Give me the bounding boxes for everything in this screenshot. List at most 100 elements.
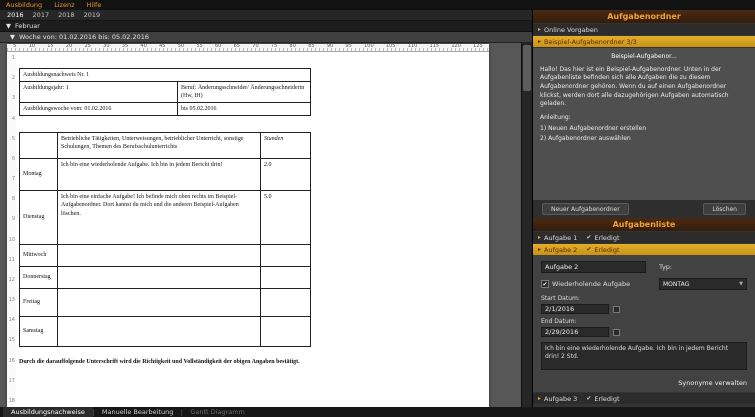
ruler-number: 7 — [7, 177, 16, 182]
year-tab[interactable]: 2019 — [84, 11, 101, 19]
vertical-ruler: 123456789101112131415161718 — [7, 53, 16, 407]
ruler-number: 60 — [215, 44, 221, 49]
expand-arrow-icon: ▸ — [538, 38, 541, 45]
folder-item-label: Online Vorgaben — [544, 26, 598, 34]
recurring-task-label: Wiederholende Aufgabe — [552, 280, 630, 288]
start-date-input[interactable] — [541, 304, 609, 314]
ruler-number: 85 — [308, 44, 314, 49]
bottom-tab-bar: Ausbildungsnachweise Manuelle Bearbeitun… — [0, 407, 755, 417]
ruler-number: 25 — [85, 44, 91, 49]
folder-info-text: Hallo! Das hier ist ein Beispiel-Aufgabe… — [540, 66, 748, 109]
scrollbar-thumb[interactable] — [523, 45, 531, 91]
training-year: Ausbildungsjahr: 1 — [20, 82, 178, 103]
task-status: Erledigt — [594, 246, 619, 254]
week-label: Woche von: 01.02.2016 bis: 05.02.2016 — [19, 33, 149, 41]
ruler-number: 9 — [7, 217, 16, 222]
horizontal-ruler: 5101520253035404550556065707580859095100… — [7, 44, 489, 52]
new-folder-button[interactable]: Neuer Aufgabenordner — [542, 203, 629, 215]
month-label: Februar — [15, 22, 40, 30]
menu-item[interactable]: Lizenz — [54, 0, 74, 10]
checkmark-icon: ✔ — [586, 234, 591, 241]
day-label: Montag — [20, 159, 58, 191]
task-name-input[interactable] — [541, 261, 646, 273]
task-item-1[interactable]: ▸ Aufgabe 1 ✔ Erledigt — [533, 232, 755, 243]
day-hours — [261, 317, 311, 347]
task-edit-form: Typ: ✔ Wiederholende Aufgabe MONTAG ▼ St… — [533, 255, 755, 392]
ruler-number: 20 — [66, 44, 72, 49]
end-date-checkbox[interactable] — [613, 329, 620, 336]
task-description-textarea[interactable]: Ich bin eine wiederholende Aufgabe. Ich … — [541, 342, 747, 370]
expand-arrow-icon: ▸ — [538, 395, 541, 402]
report-page: 5101520253035404550556065707580859095100… — [7, 44, 489, 407]
profession: Beruf: Änderungsschneider/ Änderungsschn… — [178, 82, 311, 103]
synonyms-link[interactable]: Synonyme verwalten — [541, 379, 747, 387]
ruler-number: 50 — [178, 44, 184, 49]
start-date-label: Start Datum: — [541, 295, 747, 302]
ruler-number: 90 — [327, 44, 333, 49]
ruler-number: 16 — [7, 359, 16, 364]
ruler-number: 6 — [7, 157, 16, 162]
instruction-step: 2) Aufgabenordner auswählen — [540, 135, 748, 144]
folder-item-beispiel-aufgabenordner[interactable]: ▸ Beispiel-Aufgabenordner 3/3 — [533, 36, 755, 47]
day-row: Freitag — [20, 289, 311, 317]
folder-item-label: Beispiel-Aufgabenordner 3/3 — [544, 38, 637, 46]
month-expander-row[interactable]: ▼ Februar — [0, 21, 532, 32]
week-table-header-row: Betriebliche Tätigkeiten, Unterweisungen… — [20, 133, 311, 159]
day-entry-text — [58, 317, 261, 347]
ruler-number: 80 — [290, 44, 296, 49]
document-scrollbar[interactable] — [521, 43, 532, 407]
week-table: Betriebliche Tätigkeiten, Unterweisungen… — [19, 132, 311, 347]
tab-manuelle-bearbeitung[interactable]: Manuelle Bearbeitung — [94, 407, 181, 417]
ruler-number: 120 — [451, 44, 461, 49]
ruler-number: 95 — [345, 44, 351, 49]
checkmark-icon: ✔ — [586, 246, 591, 253]
year-tab[interactable]: 2018 — [58, 11, 75, 19]
task-status: Erledigt — [594, 234, 619, 242]
delete-folder-button[interactable]: Löschen — [703, 203, 746, 215]
week-expander-row[interactable]: ▼ Woche von: 01.02.2016 bis: 05.02.2016 — [0, 32, 532, 43]
folder-info-title: Beispiel-Aufgabenor... — [540, 53, 748, 62]
right-panel: Aufgabenordner ▸ Online Vorgaben ▸ Beisp… — [532, 10, 755, 407]
day-row: Montag Ich bin eine wiederholende Aufgab… — [20, 159, 311, 191]
year-tab[interactable]: 2017 — [33, 11, 50, 19]
start-date-checkbox[interactable] — [613, 306, 620, 313]
chevron-down-icon: ▼ — [739, 281, 743, 287]
day-hours — [261, 245, 311, 267]
tab-ausbildungsnachweise[interactable]: Ausbildungsnachweise — [3, 407, 93, 417]
day-entry-text — [58, 267, 261, 289]
day-label: Mittwoch — [20, 245, 58, 267]
day-entry-text: Ich bin eine wiederholende Aufgabe. Ich … — [58, 159, 261, 191]
instruction-step: 1) Neuen Aufgabenordner erstellen — [540, 125, 748, 134]
expand-arrow-icon: ▸ — [538, 246, 541, 253]
task-item-2[interactable]: ▸ Aufgabe 2 ✔ Erledigt — [533, 244, 755, 255]
ruler-number: 110 — [408, 44, 418, 49]
day-label: Dienstag — [20, 191, 58, 245]
typ-dropdown[interactable]: MONTAG ▼ — [659, 278, 747, 290]
ruler-number: 70 — [252, 44, 258, 49]
task-status: Erledigt — [594, 395, 619, 403]
instructions-title: Anleitung: — [540, 114, 748, 123]
menu-item[interactable]: Hilfe — [87, 0, 102, 10]
expand-arrow-icon: ▸ — [538, 234, 541, 241]
day-hours — [261, 289, 311, 317]
menu-bar: Ausbildung Lizenz Hilfe — [0, 0, 755, 10]
day-entry-text — [58, 245, 261, 267]
activities-header: Betriebliche Tätigkeiten, Unterweisungen… — [58, 133, 261, 159]
day-hours — [261, 267, 311, 289]
task-item-3[interactable]: ▸ Aufgabe 3 ✔ Erledigt — [533, 393, 755, 404]
tab-gantt-diagramm[interactable]: Gantt Diagramm — [182, 407, 253, 417]
ruler-number: 100 — [364, 44, 374, 49]
day-row: Dienstag Ich bin eine einfache Aufgabe! … — [20, 191, 311, 245]
ruler-number: 5 — [13, 44, 16, 49]
day-label: Freitag — [20, 289, 58, 317]
year-tab[interactable]: 2016 — [7, 11, 24, 19]
ruler-number: 105 — [386, 44, 396, 49]
ruler-number: 12 — [7, 278, 16, 283]
recurring-task-checkbox[interactable]: ✔ — [541, 280, 549, 288]
menu-item[interactable]: Ausbildung — [6, 0, 42, 10]
aufgabenordner-header: Aufgabenordner — [533, 10, 755, 23]
ruler-number: 5 — [7, 137, 16, 142]
folder-item-online-vorgaben[interactable]: ▸ Online Vorgaben — [533, 24, 755, 35]
folder-buttons-strip: Neuer Aufgabenordner Löschen — [533, 200, 755, 218]
end-date-input[interactable] — [541, 327, 609, 337]
